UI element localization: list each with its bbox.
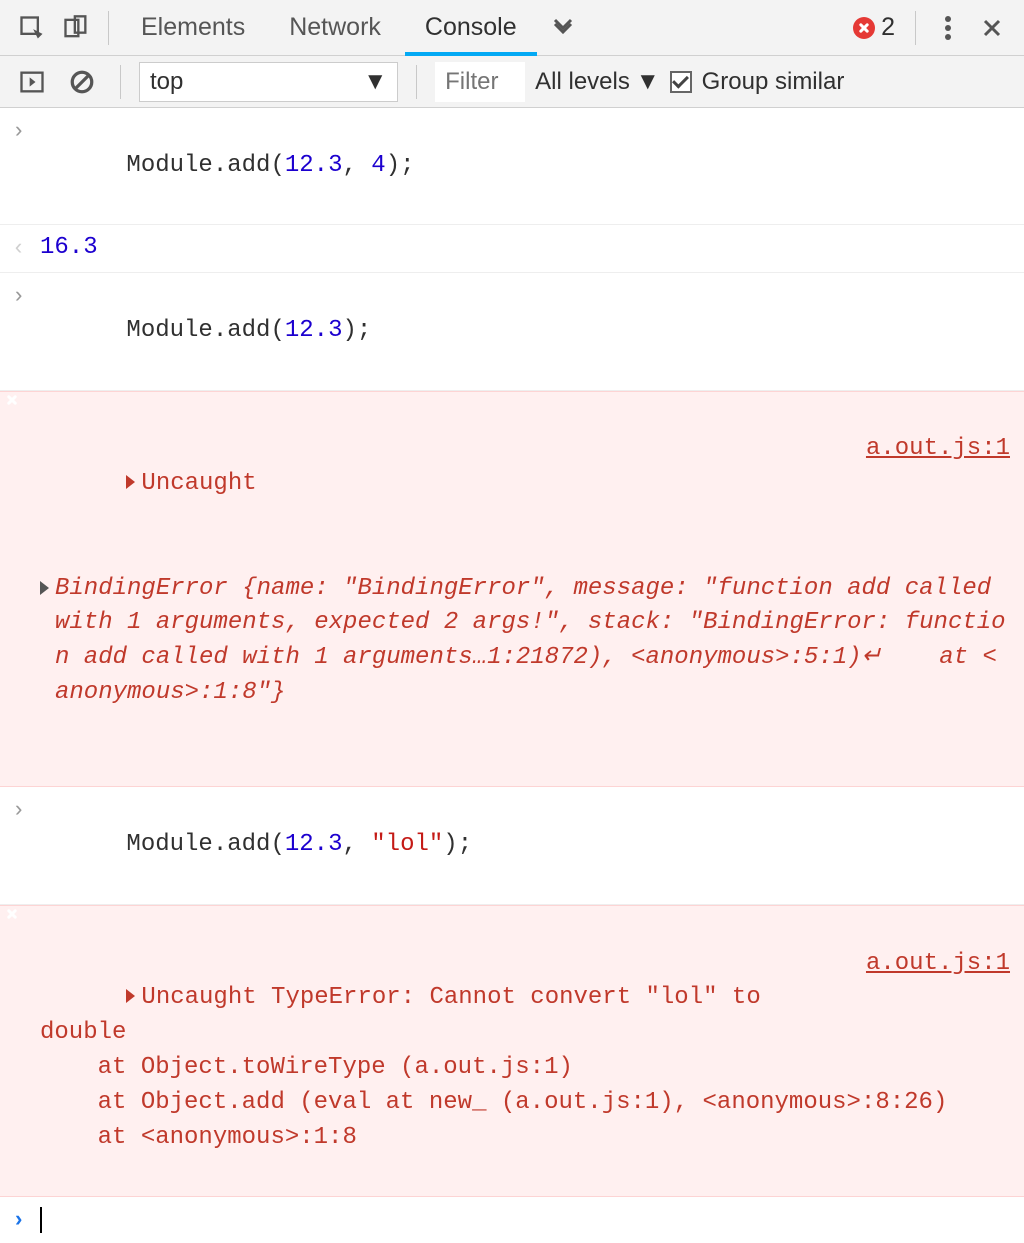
tab-network[interactable]: Network (269, 0, 401, 56)
divider (915, 11, 916, 45)
input-chevron-icon: › (12, 793, 40, 827)
source-link[interactable]: a.out.js:1 (866, 947, 1010, 982)
divider (120, 65, 121, 99)
error-count: 2 (881, 13, 895, 42)
group-similar-checkbox[interactable] (670, 71, 692, 93)
tab-elements[interactable]: Elements (121, 0, 265, 56)
console-input-line: › Module.add(12.3, "lol"); (0, 787, 1024, 904)
divider (416, 65, 417, 99)
output-chevron-icon: ‹ (12, 231, 40, 265)
console-input-line: › Module.add(12.3); (0, 273, 1024, 390)
tabs-overflow-icon[interactable] (541, 0, 585, 56)
console-body: › Module.add(12.3, 4); ‹ 16.3 › Module.a… (0, 108, 1024, 1243)
inspect-icon[interactable] (12, 8, 52, 48)
expand-caret-icon[interactable] (126, 989, 135, 1003)
group-similar-label: Group similar (702, 68, 845, 96)
error-icon (853, 17, 875, 39)
context-selector[interactable]: top ▼ (139, 62, 398, 102)
expand-caret-icon[interactable] (40, 581, 49, 595)
console-error-line: a.out.js:1 Uncaught TypeError: Cannot co… (0, 905, 1024, 1197)
devtools-toolbar: Elements Network Console 2 (0, 0, 1024, 56)
cursor (40, 1207, 42, 1233)
log-level-selector[interactable]: All levels ▼ (535, 68, 659, 96)
console-subtoolbar: top ▼ All levels ▼ Group similar (0, 56, 1024, 108)
close-icon[interactable] (972, 8, 1012, 48)
console-error-line: a.out.js:1 Uncaught BindingError {name: … (0, 391, 1024, 788)
device-toggle-icon[interactable] (56, 8, 96, 48)
prompt-chevron-icon: › (12, 1208, 40, 1233)
filter-input[interactable] (435, 62, 525, 102)
console-prompt[interactable]: › (0, 1197, 1024, 1243)
sidebar-toggle-icon[interactable] (12, 62, 52, 102)
expand-caret-icon[interactable] (126, 475, 135, 489)
more-options-icon[interactable] (928, 8, 968, 48)
context-value: top (150, 68, 183, 96)
input-chevron-icon: › (12, 279, 40, 313)
clear-console-icon[interactable] (62, 62, 102, 102)
divider (108, 11, 109, 45)
source-link[interactable]: a.out.js:1 (866, 432, 1010, 467)
console-output-line: ‹ 16.3 (0, 225, 1024, 273)
error-count-badge[interactable]: 2 (853, 13, 903, 42)
input-chevron-icon: › (12, 114, 40, 148)
console-input-line: › Module.add(12.3, 4); (0, 108, 1024, 225)
chevron-down-icon: ▼ (636, 68, 660, 96)
tab-console[interactable]: Console (405, 0, 537, 56)
chevron-down-icon: ▼ (363, 68, 387, 96)
